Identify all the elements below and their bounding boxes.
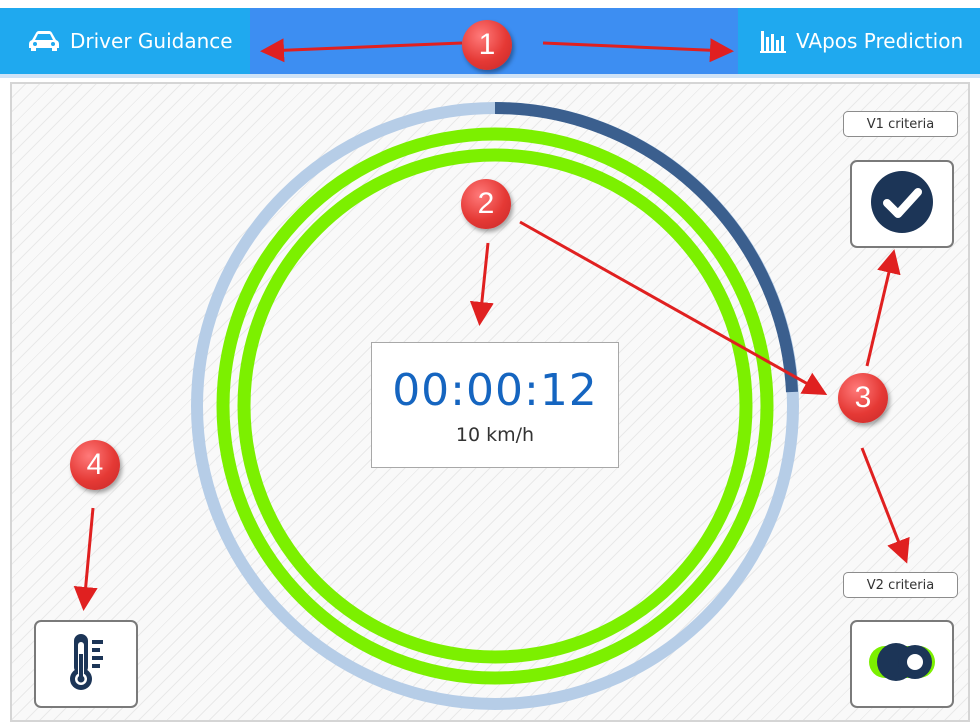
check-circle-icon: [869, 169, 935, 239]
v2-criteria-button[interactable]: [850, 620, 954, 708]
thermometer-icon: [66, 632, 106, 696]
annotation-badge-3: 3: [838, 373, 888, 423]
current-speed: 10 km/h: [455, 424, 535, 446]
annotation-badge-4: 4: [70, 440, 120, 490]
annotation-badge-2: 2: [461, 179, 511, 229]
v1-criteria-label: V1 criteria: [843, 111, 958, 137]
annotation-badge-1: 1: [462, 20, 512, 70]
timer-display: 00:00:12 10 km/h: [371, 342, 619, 468]
temperature-button[interactable]: [34, 620, 138, 708]
elapsed-time: 00:00:12: [392, 365, 598, 416]
v2-criteria-label: V2 criteria: [843, 572, 958, 598]
v1-criteria-button[interactable]: [850, 160, 954, 248]
toggle-icon: [867, 642, 937, 686]
